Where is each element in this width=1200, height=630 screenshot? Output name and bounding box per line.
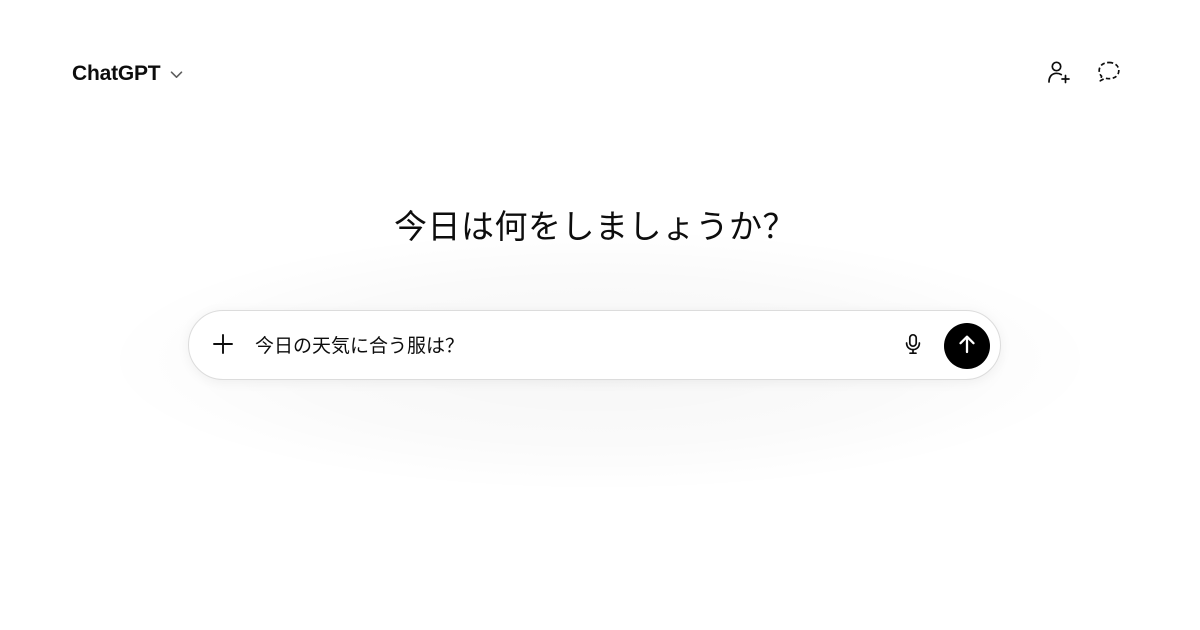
model-name: ChatGPT xyxy=(72,62,161,85)
prompt-composer: 今日の天気に合う服は？ xyxy=(188,310,1001,380)
send-button[interactable] xyxy=(944,323,990,369)
arrow-up-icon xyxy=(955,332,979,360)
person-plus-icon xyxy=(1046,59,1072,89)
dashed-chat-bubble-icon xyxy=(1096,59,1122,89)
page-headline: 今日は何をしましょうか？ xyxy=(394,207,796,246)
microphone-icon xyxy=(901,332,925,360)
chevron-down-icon xyxy=(169,67,184,82)
temporary-chat-button[interactable] xyxy=(1091,56,1127,92)
top-bar: ChatGPT xyxy=(0,0,1200,148)
prompt-input[interactable]: 今日の天気に合う服は？ xyxy=(255,331,875,361)
add-people-button[interactable] xyxy=(1041,56,1077,92)
attach-button[interactable] xyxy=(205,328,241,364)
model-switcher-button[interactable]: ChatGPT xyxy=(72,58,184,90)
voice-input-button[interactable] xyxy=(895,328,931,364)
plus-icon xyxy=(211,332,235,360)
chatgpt-home-page: ChatGPT 今日は何をしましょうか？ 今日の天気に合う服は？ xyxy=(0,0,1200,630)
